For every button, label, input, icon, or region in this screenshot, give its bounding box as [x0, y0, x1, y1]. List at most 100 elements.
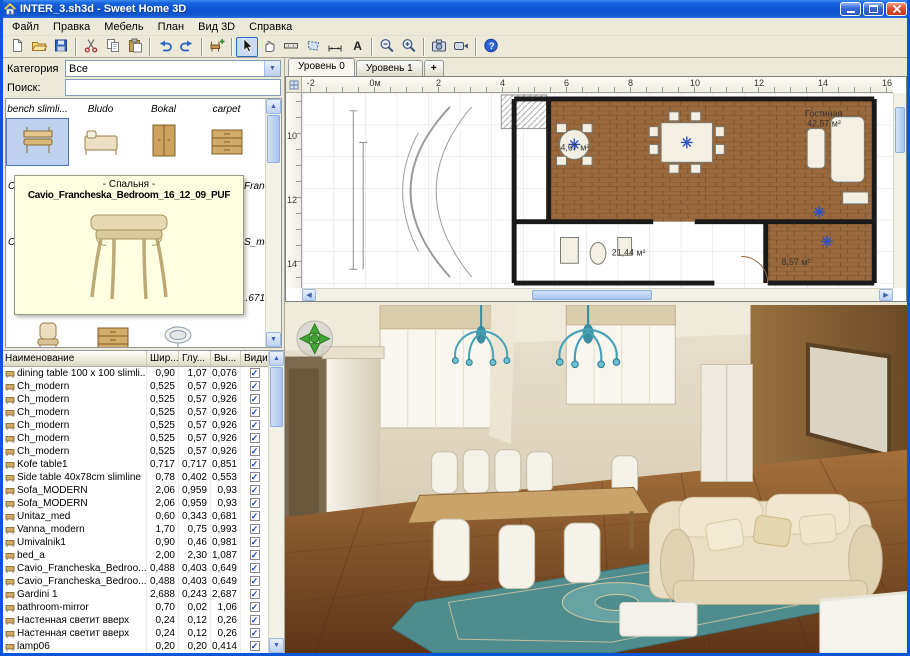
catalog-item-wardrobe[interactable]: [132, 118, 195, 166]
select-button[interactable]: [236, 37, 258, 57]
visibility-checkbox[interactable]: ✓: [250, 394, 260, 404]
visibility-checkbox[interactable]: ✓: [250, 511, 260, 521]
scroll-down-icon[interactable]: ▼: [269, 638, 284, 653]
visibility-checkbox[interactable]: ✓: [250, 381, 260, 391]
catalog-scrollbar[interactable]: ▲ ▼: [265, 99, 281, 347]
table-row[interactable]: Umivalnik10,900,460,981✓: [3, 536, 268, 549]
scroll-right-icon[interactable]: ▶: [879, 289, 893, 301]
catalog-grid[interactable]: bench slimli...BludoBokalcarpet - Спальн…: [5, 98, 282, 348]
column-header[interactable]: Глу...: [179, 351, 211, 367]
view3d-panel[interactable]: [285, 305, 907, 653]
navigation-compass[interactable]: [297, 321, 333, 357]
minimize-button[interactable]: [840, 2, 861, 16]
visibility-checkbox[interactable]: ✓: [250, 485, 260, 495]
visibility-checkbox[interactable]: ✓: [250, 576, 260, 586]
column-header[interactable]: Наименование: [3, 351, 147, 367]
copy-button[interactable]: [102, 37, 124, 57]
catalog-item-dresser[interactable]: [195, 118, 258, 166]
table-row[interactable]: Vanna_modern1,700,750,993✓: [3, 523, 268, 536]
table-row[interactable]: Ch_modern0,5250,570,926✓: [3, 406, 268, 419]
visibility-checkbox[interactable]: ✓: [250, 550, 260, 560]
table-row[interactable]: Cavio_Francheska_Bedroo...0,4880,4030,64…: [3, 562, 268, 575]
column-header[interactable]: Види...: [241, 351, 269, 367]
visibility-checkbox[interactable]: ✓: [250, 472, 260, 482]
scrollbar-thumb[interactable]: [895, 107, 905, 153]
create-walls-button[interactable]: [280, 37, 302, 57]
visibility-checkbox[interactable]: ✓: [250, 589, 260, 599]
category-combobox[interactable]: Все ▼: [65, 60, 281, 77]
column-header[interactable]: Шир...: [147, 351, 179, 367]
visibility-checkbox[interactable]: ✓: [250, 524, 260, 534]
title-bar[interactable]: INTER_3.sh3d - Sweet Home 3D: [0, 0, 910, 18]
small-room-floor[interactable]: [766, 222, 875, 283]
new-file-button[interactable]: [6, 37, 28, 57]
table-row[interactable]: Side table 40x78cm slimline0,780,4020,55…: [3, 471, 268, 484]
search-input[interactable]: [65, 79, 281, 96]
visibility-checkbox[interactable]: ✓: [250, 537, 260, 547]
menu-edit[interactable]: Правка: [46, 18, 97, 36]
table-row[interactable]: Cavio_Francheska_Bedroo...0,4880,4030,64…: [3, 575, 268, 588]
plan-corner-button[interactable]: [286, 77, 302, 93]
create-video-button[interactable]: [450, 37, 472, 57]
table-row[interactable]: Kofe table10,7170,7170,851✓: [3, 458, 268, 471]
tab-level-1[interactable]: Уровень 1: [356, 60, 423, 76]
table-row[interactable]: Gardini 12,6880,2432,687✓: [3, 588, 268, 601]
table-scrollbar[interactable]: ▲ ▼: [268, 351, 284, 653]
visibility-checkbox[interactable]: ✓: [250, 433, 260, 443]
create-text-button[interactable]: A: [346, 37, 368, 57]
cut-button[interactable]: [80, 37, 102, 57]
table-row[interactable]: bed_a2,002,301,087✓: [3, 549, 268, 562]
table-row[interactable]: Ch_modern0,5250,570,926✓: [3, 419, 268, 432]
menu-furniture[interactable]: Мебель: [97, 18, 150, 36]
visibility-checkbox[interactable]: ✓: [250, 368, 260, 378]
visibility-checkbox[interactable]: ✓: [250, 446, 260, 456]
table-row[interactable]: dining table 100 x 100 slimli...0,901,07…: [3, 367, 268, 380]
plan-vertical-scrollbar[interactable]: [893, 93, 906, 288]
combo-dropdown-button[interactable]: ▼: [264, 61, 280, 76]
catalog-item-sink[interactable]: [158, 319, 198, 348]
visibility-checkbox[interactable]: ✓: [250, 628, 260, 638]
create-photo-button[interactable]: [428, 37, 450, 57]
column-header[interactable]: Вы...: [211, 351, 241, 367]
table-row[interactable]: Ch_modern0,5250,570,926✓: [3, 432, 268, 445]
close-button[interactable]: [886, 2, 907, 16]
create-rooms-button[interactable]: [302, 37, 324, 57]
menu-plan[interactable]: План: [151, 18, 192, 36]
scrollbar-thumb[interactable]: [270, 367, 283, 427]
scroll-up-icon[interactable]: ▲: [266, 99, 281, 114]
table-row[interactable]: Sofa_MODERN2,060,9590,93✓: [3, 484, 268, 497]
help-button[interactable]: ?: [480, 37, 502, 57]
catalog-item-bed[interactable]: [69, 118, 132, 166]
redo-button[interactable]: [176, 37, 198, 57]
scroll-left-icon[interactable]: ◀: [302, 289, 316, 301]
scroll-up-icon[interactable]: ▲: [269, 351, 284, 366]
visibility-checkbox[interactable]: ✓: [250, 615, 260, 625]
table-row[interactable]: Ch_modern0,5250,570,926✓: [3, 380, 268, 393]
paste-button[interactable]: [124, 37, 146, 57]
menu-file[interactable]: Файл: [5, 18, 46, 36]
catalog-item-bench[interactable]: [6, 118, 69, 166]
scrollbar-thumb[interactable]: [267, 115, 280, 163]
table-row[interactable]: Настенная светит вверх0,240,120,26✓: [3, 627, 268, 640]
table-row[interactable]: Ch_modern0,5250,570,926✓: [3, 445, 268, 458]
plan-canvas[interactable]: Гостиная42,57 м²4,67 м²21,44 м²8,57 м²: [302, 93, 893, 288]
scroll-down-icon[interactable]: ▼: [266, 332, 281, 347]
catalog-item-dresser[interactable]: [93, 319, 133, 348]
save-file-button[interactable]: [50, 37, 72, 57]
zoom-in-button[interactable]: [398, 37, 420, 57]
menu-view3d[interactable]: Вид 3D: [191, 18, 242, 36]
create-dimensions-button[interactable]: [324, 37, 346, 57]
table-row[interactable]: Настенная светит вверх0,240,120,26✓: [3, 614, 268, 627]
table-row[interactable]: bathroom-mirror0,700,021,06✓: [3, 601, 268, 614]
menu-help[interactable]: Справка: [242, 18, 299, 36]
table-row[interactable]: Unitaz_med0,600,3430,681✓: [3, 510, 268, 523]
scrollbar-thumb[interactable]: [532, 290, 652, 300]
visibility-checkbox[interactable]: ✓: [250, 420, 260, 430]
visibility-checkbox[interactable]: ✓: [250, 459, 260, 469]
visibility-checkbox[interactable]: ✓: [250, 602, 260, 612]
visibility-checkbox[interactable]: ✓: [250, 563, 260, 573]
table-row[interactable]: lamp060,200,200,414✓: [3, 640, 268, 653]
add-level-tab[interactable]: +: [424, 60, 444, 76]
catalog-item-chair[interactable]: [28, 319, 68, 348]
zoom-out-button[interactable]: [376, 37, 398, 57]
